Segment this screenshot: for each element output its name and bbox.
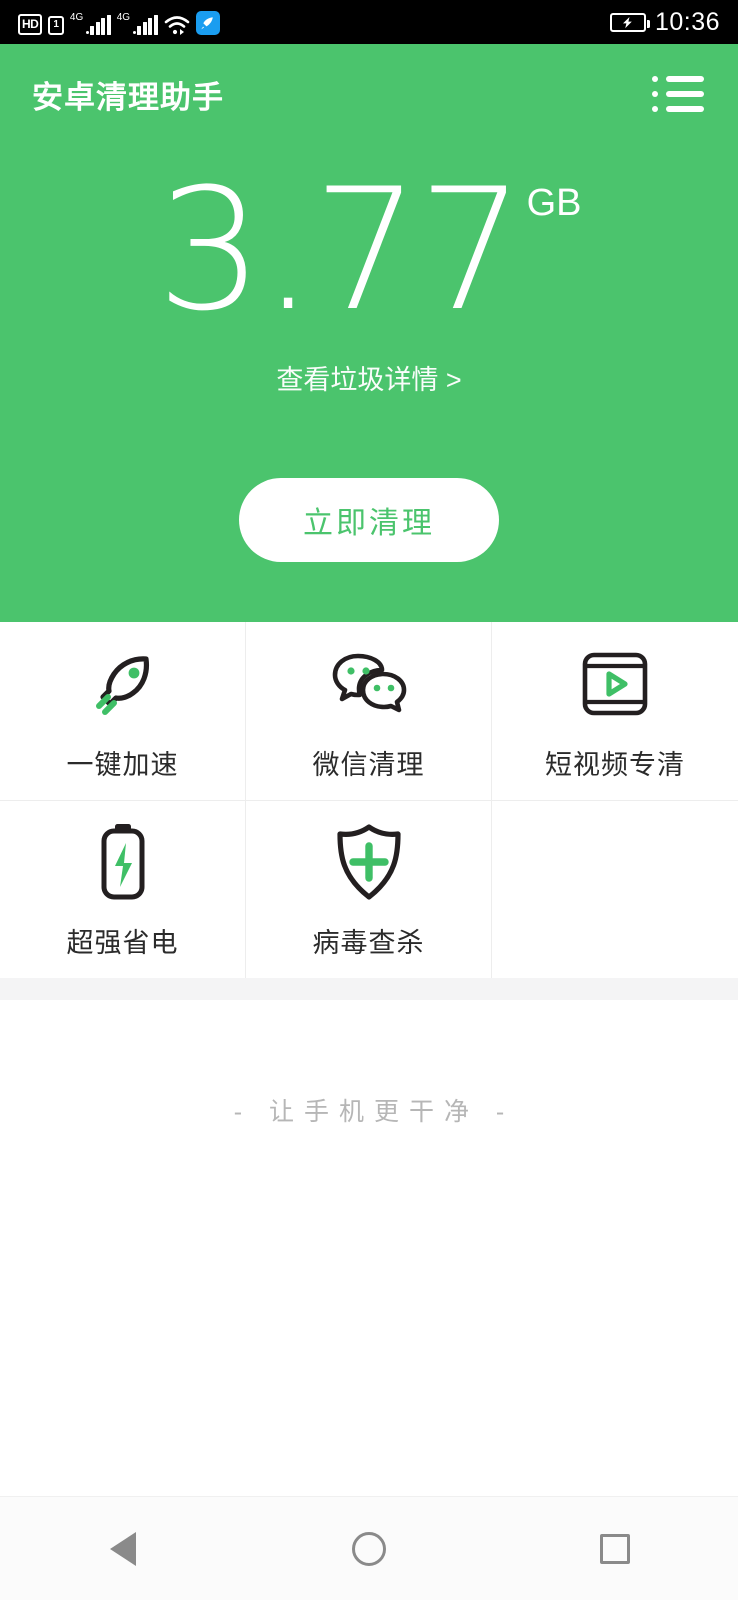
wifi-icon [164, 15, 190, 35]
junk-size-value: 3.77 [156, 152, 525, 348]
nav-recents-button[interactable] [560, 1497, 670, 1601]
junk-size-display: 3.77 GB [0, 166, 738, 334]
feature-label: 短视频专清 [545, 749, 685, 780]
feature-power-saving[interactable]: 超强省电 [0, 800, 246, 978]
network-type-label-1: 4G [69, 12, 84, 23]
feature-empty-slot [492, 800, 738, 978]
recents-square-icon [600, 1533, 630, 1564]
home-circle-icon [352, 1531, 386, 1566]
feature-one-key-boost[interactable]: 一键加速 [0, 622, 246, 800]
list-menu-icon[interactable] [650, 70, 706, 118]
section-divider [0, 978, 738, 1000]
footer-slogan: - 让手机更干净 - [233, 1098, 515, 1126]
clean-now-button[interactable]: 立即清理 [239, 478, 499, 562]
feature-short-video-clean[interactable]: 短视频专清 [492, 622, 738, 800]
status-bar-clock: 10:36 [654, 7, 720, 36]
feature-label: 一键加速 [66, 749, 179, 780]
signal-bar [153, 15, 158, 35]
feature-label: 微信清理 [312, 749, 425, 780]
sim-slot-icon: 1 [48, 16, 64, 35]
view-junk-details-link[interactable]: 查看垃圾详情 > [0, 358, 738, 397]
status-bar: HD 1 4G 4G 10:36 [0, 0, 738, 44]
signal-bar [137, 26, 142, 35]
status-bar-right: 10:36 [609, 7, 720, 37]
back-triangle-icon [110, 1531, 136, 1566]
battery-charging-icon [609, 12, 650, 32]
signal-bar [148, 18, 153, 35]
page-title: 安卓清理助手 [32, 79, 224, 115]
feature-grid-row-2: 超强省电 病毒查杀 [0, 800, 738, 978]
app-bar: 安卓清理助手 [0, 44, 738, 144]
signal-strength-icon-1: 4G [70, 13, 111, 35]
feature-wechat-clean[interactable]: 微信清理 [246, 622, 492, 800]
shield-plus-icon [326, 819, 412, 905]
network-type-label-2: 4G [116, 12, 131, 23]
feature-label: 超强省电 [66, 928, 179, 958]
nav-home-button[interactable] [314, 1497, 424, 1601]
signal-bar [106, 15, 111, 35]
signal-strength-icon-2: 4G [117, 13, 158, 35]
battery-bolt-icon [80, 819, 166, 905]
menu-line [652, 106, 704, 112]
menu-line [652, 76, 704, 82]
menu-line [652, 91, 704, 97]
rocket-icon [80, 641, 166, 727]
signal-dot [132, 31, 136, 34]
feature-label: 病毒查杀 [312, 928, 425, 958]
status-bar-left: HD 1 4G 4G [18, 9, 220, 35]
hero-panel: 安卓清理助手 3.77 GB 查看垃圾详情 > 立即清理 [0, 44, 738, 622]
signal-dot [85, 31, 89, 34]
signal-bar [142, 22, 147, 35]
wechat-icon [326, 641, 412, 727]
junk-size-unit: GB [526, 182, 582, 224]
feature-grid-row-1: 一键加速 微信清理 短视频专清 [0, 622, 738, 800]
phone-screen: HD 1 4G 4G 10:36 安卓清理助手 3.77 GB 查看垃圾详情 >… [0, 0, 738, 1600]
android-nav-bar [0, 1496, 738, 1600]
video-play-icon [572, 641, 658, 727]
signal-bar [101, 18, 106, 35]
signal-bar [95, 22, 100, 35]
rocket-speed-icon [195, 11, 220, 35]
nav-back-button[interactable] [68, 1497, 178, 1601]
hd-volte-icon: HD [18, 14, 43, 35]
feature-virus-scan[interactable]: 病毒查杀 [246, 800, 492, 978]
signal-bar [90, 26, 95, 35]
